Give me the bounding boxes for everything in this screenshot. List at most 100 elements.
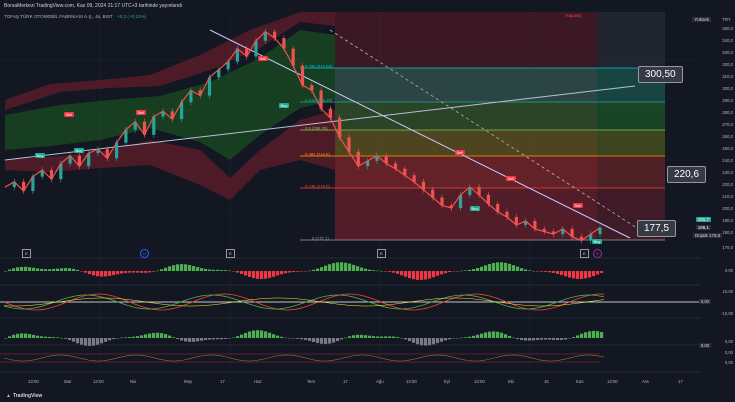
panel3-value-top: 10,00 — [722, 289, 733, 294]
histogram-bar — [24, 333, 28, 338]
y-tick: 180,0 — [722, 230, 733, 235]
histogram-bar — [372, 336, 376, 338]
histogram-bar — [420, 338, 424, 346]
histogram-bar — [260, 330, 264, 338]
histogram-bar — [68, 338, 72, 341]
panel5-value-2: 0,00 — [724, 360, 733, 365]
histogram-bar — [52, 337, 56, 338]
histogram-bar — [548, 271, 552, 273]
brand-name: TradingView — [12, 393, 43, 399]
histogram-bar — [520, 268, 524, 271]
histogram-bar — [104, 338, 108, 342]
y-tick: 250,0 — [722, 146, 733, 151]
earnings-event-marker[interactable]: E — [377, 249, 386, 258]
earnings-event-marker[interactable]: E — [22, 249, 31, 258]
histogram-bar — [376, 270, 380, 272]
histogram-bar — [28, 267, 32, 271]
histogram-bar — [228, 270, 232, 272]
y-tick: 170,0 — [722, 245, 733, 250]
histogram-bar — [160, 333, 164, 338]
histogram-bar — [164, 267, 168, 271]
histogram-bar — [232, 337, 236, 339]
histogram-bar — [412, 271, 416, 280]
histogram-bar — [436, 338, 440, 344]
histogram-bar — [72, 268, 76, 271]
histogram-bar — [244, 271, 248, 276]
histogram-bar — [288, 271, 292, 273]
histogram-bar — [172, 265, 176, 271]
histogram-bar — [588, 331, 592, 338]
histogram-bar — [88, 271, 92, 275]
histogram-bar — [40, 336, 44, 338]
histogram-bar — [284, 271, 288, 274]
callout-300-50[interactable]: 300,50 — [638, 66, 683, 83]
histogram-bar — [184, 264, 188, 271]
histogram-bar — [176, 264, 180, 271]
low-label-value: 179,5 — [709, 233, 721, 238]
dividend-event-marker[interactable]: D — [140, 249, 149, 258]
histogram-bar — [504, 334, 508, 338]
histogram-bar — [268, 271, 272, 278]
histogram-bar — [292, 338, 296, 339]
y-tick: 300,0 — [722, 86, 733, 91]
tradingview-footer[interactable]: ▲ TradingView — [6, 393, 42, 399]
fibonacci-retracement — [300, 12, 665, 241]
histogram-bar — [316, 268, 320, 271]
histogram-bar — [468, 269, 472, 271]
low-label-text: Düşük — [695, 233, 708, 238]
histogram-bar — [120, 337, 124, 339]
fib-level-0786: 0.786 (315,58) — [305, 64, 333, 69]
x-tick: May — [184, 379, 193, 384]
histogram-bar — [216, 338, 220, 340]
histogram-bar — [496, 331, 500, 338]
split-event-marker[interactable]: S — [593, 249, 602, 258]
earnings-event-marker[interactable]: E — [580, 249, 589, 258]
tradingview-logo-icon: ▲ — [6, 393, 11, 399]
histogram-bar — [432, 338, 436, 345]
histogram-bar — [280, 336, 284, 338]
histogram-bar — [60, 337, 64, 339]
x-tick: Ara — [642, 379, 649, 384]
histogram-bar — [136, 271, 140, 273]
earnings-event-marker[interactable]: E — [226, 249, 235, 258]
histogram-bar — [456, 271, 460, 272]
price-chart-canvas[interactable] — [0, 0, 735, 402]
histogram-bar — [192, 338, 196, 342]
histogram-bar — [152, 332, 156, 338]
histogram-bar — [208, 269, 212, 271]
histogram-bar — [184, 338, 188, 342]
histogram-bar — [36, 335, 40, 338]
panel3-value-bottom: -10,00 — [721, 311, 733, 316]
histogram-bar — [84, 338, 88, 346]
histogram-bar — [172, 337, 176, 338]
histogram-bar — [168, 266, 172, 271]
histogram-bar — [356, 266, 360, 271]
histogram-bar — [516, 266, 520, 271]
symbol-name: TOFAŞ TÜRK OTOMOBİL FABRİKASI A.Ş., 4s, … — [4, 14, 113, 19]
histogram-bar — [424, 271, 428, 280]
callout-220-6[interactable]: 220,6 — [667, 166, 707, 183]
y-tick: 230,0 — [722, 170, 733, 175]
x-tick: Eyl — [444, 379, 450, 384]
histogram-bar — [264, 331, 268, 338]
panel3-value-zero: 0,00 — [698, 299, 711, 304]
histogram-bar — [352, 335, 356, 338]
x-tick: Haz — [254, 379, 262, 384]
histogram-bar — [592, 330, 596, 338]
y-tick: 350,0 — [722, 26, 733, 31]
histogram-bar — [248, 331, 252, 338]
histogram-bar — [144, 271, 148, 273]
histogram-bar — [240, 271, 244, 274]
histogram-bar — [476, 268, 480, 271]
callout-177-5[interactable]: 177,5 — [637, 220, 677, 237]
price-change: +0,2 (+0,10%) — [117, 14, 147, 19]
histogram-bar — [156, 270, 160, 272]
fib-level-0236: 0.236 (219,0) — [305, 184, 330, 189]
histogram-bar — [48, 336, 52, 338]
histogram-bar — [544, 271, 548, 272]
histogram-bar — [352, 264, 356, 271]
histogram-bar — [128, 337, 132, 338]
histogram-bar — [460, 270, 464, 272]
histogram-bar — [308, 270, 312, 272]
histogram-bar — [452, 271, 456, 272]
